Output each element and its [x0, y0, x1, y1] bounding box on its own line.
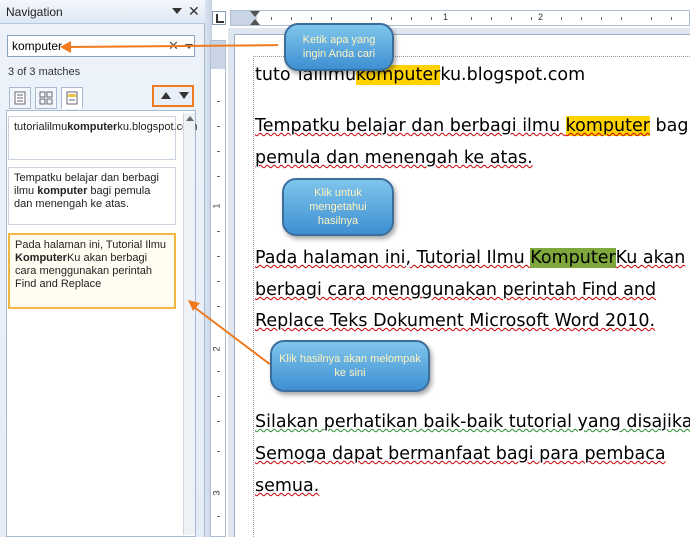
close-icon[interactable]: ✕	[188, 3, 200, 19]
current-match-highlight: Komputer	[530, 248, 616, 268]
arrowhead-icon	[188, 300, 200, 311]
headings-icon	[14, 91, 26, 105]
margin-guide	[253, 56, 254, 537]
ruler-tick	[217, 281, 220, 282]
vertical-ruler[interactable]: 1 2 3	[210, 40, 226, 537]
result-item[interactable]: Tempatku belajar dan berbagi ilmu komput…	[8, 167, 176, 225]
ruler-tick	[651, 17, 652, 20]
arrowhead-icon	[60, 41, 71, 53]
tab-selector-button[interactable]	[212, 11, 226, 25]
browse-headings-tab[interactable]	[9, 87, 31, 109]
pages-grid-icon	[39, 91, 53, 105]
ruler-tick	[581, 17, 582, 20]
navigation-header: Navigation ✕	[0, 0, 205, 24]
hanging-indent-marker[interactable]	[250, 19, 260, 25]
ruler-tick	[311, 17, 312, 20]
ruler-number: 1	[211, 203, 222, 209]
callout-click-tip: Klik untuk mengetahui hasilnya	[282, 178, 394, 236]
browse-results-tab[interactable]	[61, 87, 83, 109]
doc-line[interactable]: Silakan perhatikan baik-baik tutorial ya…	[255, 412, 690, 432]
callout-jump-tip: Klik hasilnya akan melompak ke sini	[270, 340, 430, 392]
ruler-number: 2	[211, 346, 222, 352]
ruler-tick	[511, 17, 512, 20]
ruler-tick	[271, 17, 272, 20]
ruler-tick	[217, 151, 220, 152]
ruler-tick	[331, 17, 332, 20]
doc-line[interactable]: Pada halaman ini, Tutorial Ilmu Komputer…	[255, 248, 685, 268]
ruler-number: 2	[538, 12, 544, 22]
result-match: komputer	[67, 121, 118, 133]
result-text: Pada halaman ini, Tutorial Ilmu	[15, 239, 167, 251]
results-icon	[66, 91, 78, 105]
doc-text: pemula dan menengah ke atas.	[255, 148, 533, 168]
ruler-tick	[217, 516, 220, 517]
doc-text: Tempatku belajar dan berbagi ilmu	[255, 116, 566, 136]
first-line-indent-marker[interactable]	[250, 11, 260, 17]
scroll-up-icon[interactable]	[186, 116, 194, 121]
browse-pages-tab[interactable]	[35, 87, 57, 109]
doc-text: bag	[649, 116, 689, 136]
callout-search-tip: Ketik apa yang ingin Anda cari	[284, 23, 394, 71]
doc-line[interactable]: pemula dan menengah ke atas.	[255, 148, 533, 168]
next-result-button[interactable]	[179, 92, 189, 99]
ruler-tick	[431, 17, 432, 20]
ruler-tick	[561, 17, 562, 20]
doc-line[interactable]: Tempatku belajar dan berbagi ilmu komput…	[255, 116, 688, 136]
result-navigation-buttons	[152, 85, 194, 107]
doc-line[interactable]: berbagi cara menggunakan perintah Find a…	[255, 280, 656, 300]
navigation-title: Navigation	[6, 5, 63, 19]
ruler-tick	[217, 101, 220, 102]
ruler-tick	[671, 17, 672, 20]
previous-result-button[interactable]	[161, 92, 171, 99]
ruler-tick	[217, 256, 220, 257]
ruler-number: 1	[443, 12, 449, 22]
ruler-tick	[391, 17, 392, 20]
ruler-tick	[531, 17, 532, 20]
search-highlight: komputer	[565, 116, 650, 136]
doc-text: berbagi cara menggunakan perintah Find a…	[255, 280, 657, 300]
doc-text: semua.	[255, 476, 320, 496]
ruler-tick	[291, 17, 292, 20]
ruler-tick	[491, 17, 492, 20]
result-text: tutorialilmu	[14, 121, 68, 133]
doc-text: ku.blogspot.com	[440, 65, 586, 85]
ruler-tick	[471, 17, 472, 20]
search-value: komputer	[12, 39, 63, 53]
pane-options-icon[interactable]	[172, 8, 182, 14]
doc-text: Ku akan	[615, 248, 686, 268]
match-count: 3 of 3 matches	[8, 66, 81, 78]
ruler-number: 3	[211, 490, 222, 496]
ruler-tick	[217, 451, 220, 452]
doc-text: Silakan perhatikan baik-baik tutorial ya…	[255, 412, 690, 432]
result-item-selected[interactable]: Pada halaman ini, Tutorial Ilmu Komputer…	[8, 233, 176, 309]
doc-text: tuto	[255, 65, 291, 85]
doc-line[interactable]: Replace Teks Dokument Microsoft Word 201…	[255, 311, 655, 331]
ruler-tick	[371, 17, 372, 20]
ruler-tick	[217, 306, 220, 307]
doc-text: Semoga dapat bermanfaat bagi para pembac…	[255, 444, 666, 464]
ruler-tick	[217, 371, 220, 372]
doc-line[interactable]: Semoga dapat bermanfaat bagi para pembac…	[255, 444, 666, 464]
navigation-pane: Navigation ✕ komputer ✕ 3 of 3 matches	[0, 0, 205, 537]
result-match: Komputer	[15, 252, 67, 264]
result-item[interactable]: tutorialilmukomputerku.blogspot.com	[8, 116, 197, 160]
ruler-tick	[601, 17, 602, 20]
word-window: Navigation ✕ komputer ✕ 3 of 3 matches	[0, 0, 690, 537]
doc-text: Replace Teks Dokument Microsoft Word 201…	[255, 311, 656, 331]
doc-line[interactable]: semua.	[255, 476, 319, 496]
ruler-tick	[217, 396, 220, 397]
ruler-tick	[217, 421, 220, 422]
results-scrollbar[interactable]	[183, 113, 195, 535]
ruler-tick	[217, 231, 220, 232]
ruler-tick	[217, 126, 220, 127]
ruler-tick	[621, 17, 622, 20]
result-match: komputer	[37, 185, 88, 197]
ruler-tick	[217, 176, 220, 177]
ruler-tick	[411, 17, 412, 20]
doc-text: Pada halaman ini, Tutorial Ilmu	[255, 248, 531, 268]
